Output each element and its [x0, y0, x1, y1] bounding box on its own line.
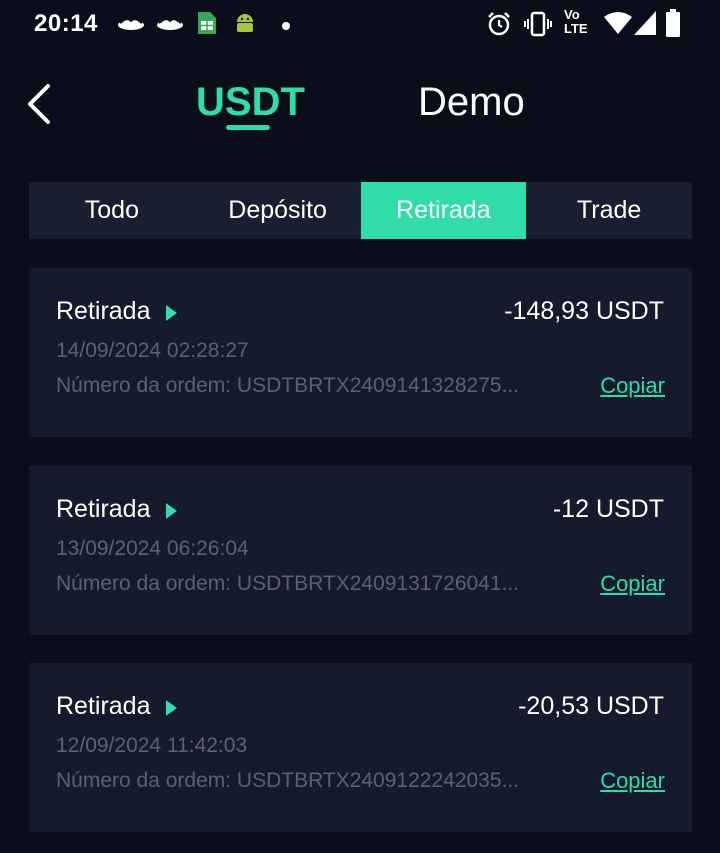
wifi-icon: [604, 11, 632, 40]
play-arrow-icon: [165, 699, 177, 716]
order-number: Número da ordem: USDTBRTX2409131726041..…: [56, 572, 520, 595]
transaction-amount: -12 USDT: [552, 495, 664, 523]
filter-todo[interactable]: Todo: [29, 182, 195, 239]
play-arrow-icon: [165, 304, 177, 321]
filter-retirada[interactable]: Retirada: [360, 182, 527, 239]
alarm-icon: [486, 11, 512, 42]
order-number: Número da ordem: USDTBRTX2409141328275..…: [56, 374, 520, 397]
transaction-amount: -20,53 USDT: [518, 692, 664, 720]
transaction-type-label: Retirada: [56, 297, 151, 325]
transaction-type[interactable]: Retirada: [56, 692, 177, 721]
android-icon: [234, 12, 256, 39]
filter-trade[interactable]: Trade: [526, 182, 692, 239]
transaction-type[interactable]: Retirada: [56, 495, 177, 524]
back-button[interactable]: [18, 82, 62, 126]
transaction-date: 13/09/2024 06:26:04: [56, 537, 249, 560]
tab-usdt[interactable]: USDT: [196, 80, 305, 125]
handshake-icon: [116, 12, 146, 39]
transaction-type-label: Retirada: [56, 495, 151, 523]
transaction-type-label: Retirada: [56, 692, 151, 720]
volte-label-top: Vo: [564, 7, 580, 22]
filter-deposito[interactable]: Depósito: [195, 182, 361, 239]
sheets-icon: [198, 12, 216, 39]
chevron-left-icon: [28, 84, 50, 124]
active-tab-indicator: [226, 125, 270, 130]
volte-label-bottom: LTE: [564, 21, 588, 36]
transaction-card: Retirada -20,53 USDT 12/09/2024 11:42:03…: [29, 663, 692, 832]
transaction-amount: -148,93 USDT: [504, 297, 664, 325]
transaction-filter: Todo Depósito Retirada Trade: [29, 182, 692, 239]
status-time: 20:14: [34, 10, 98, 37]
order-number: Número da ordem: USDTBRTX2409122242035..…: [56, 769, 520, 792]
volte-icon: Vo LTE: [564, 8, 588, 36]
battery-icon: [666, 9, 680, 42]
status-bar: 20:14 Vo LTE: [0, 0, 720, 48]
transaction-type[interactable]: Retirada: [56, 297, 177, 326]
dot-icon: [281, 18, 291, 36]
transaction-date: 14/09/2024 02:28:27: [56, 339, 249, 362]
play-arrow-icon: [165, 502, 177, 519]
copy-button[interactable]: Copiar: [600, 571, 665, 597]
transaction-date: 12/09/2024 11:42:03: [56, 734, 248, 757]
handshake-icon: [155, 12, 185, 39]
signal-icon: [634, 11, 656, 40]
transaction-card: Retirada -148,93 USDT 14/09/2024 02:28:2…: [29, 268, 692, 437]
transaction-card: Retirada -12 USDT 13/09/2024 06:26:04 Nú…: [29, 466, 692, 635]
tab-demo[interactable]: Demo: [418, 80, 525, 125]
copy-button[interactable]: Copiar: [600, 768, 665, 794]
header: USDT Demo: [0, 60, 720, 150]
vibrate-icon: [524, 11, 552, 42]
copy-button[interactable]: Copiar: [600, 373, 665, 399]
